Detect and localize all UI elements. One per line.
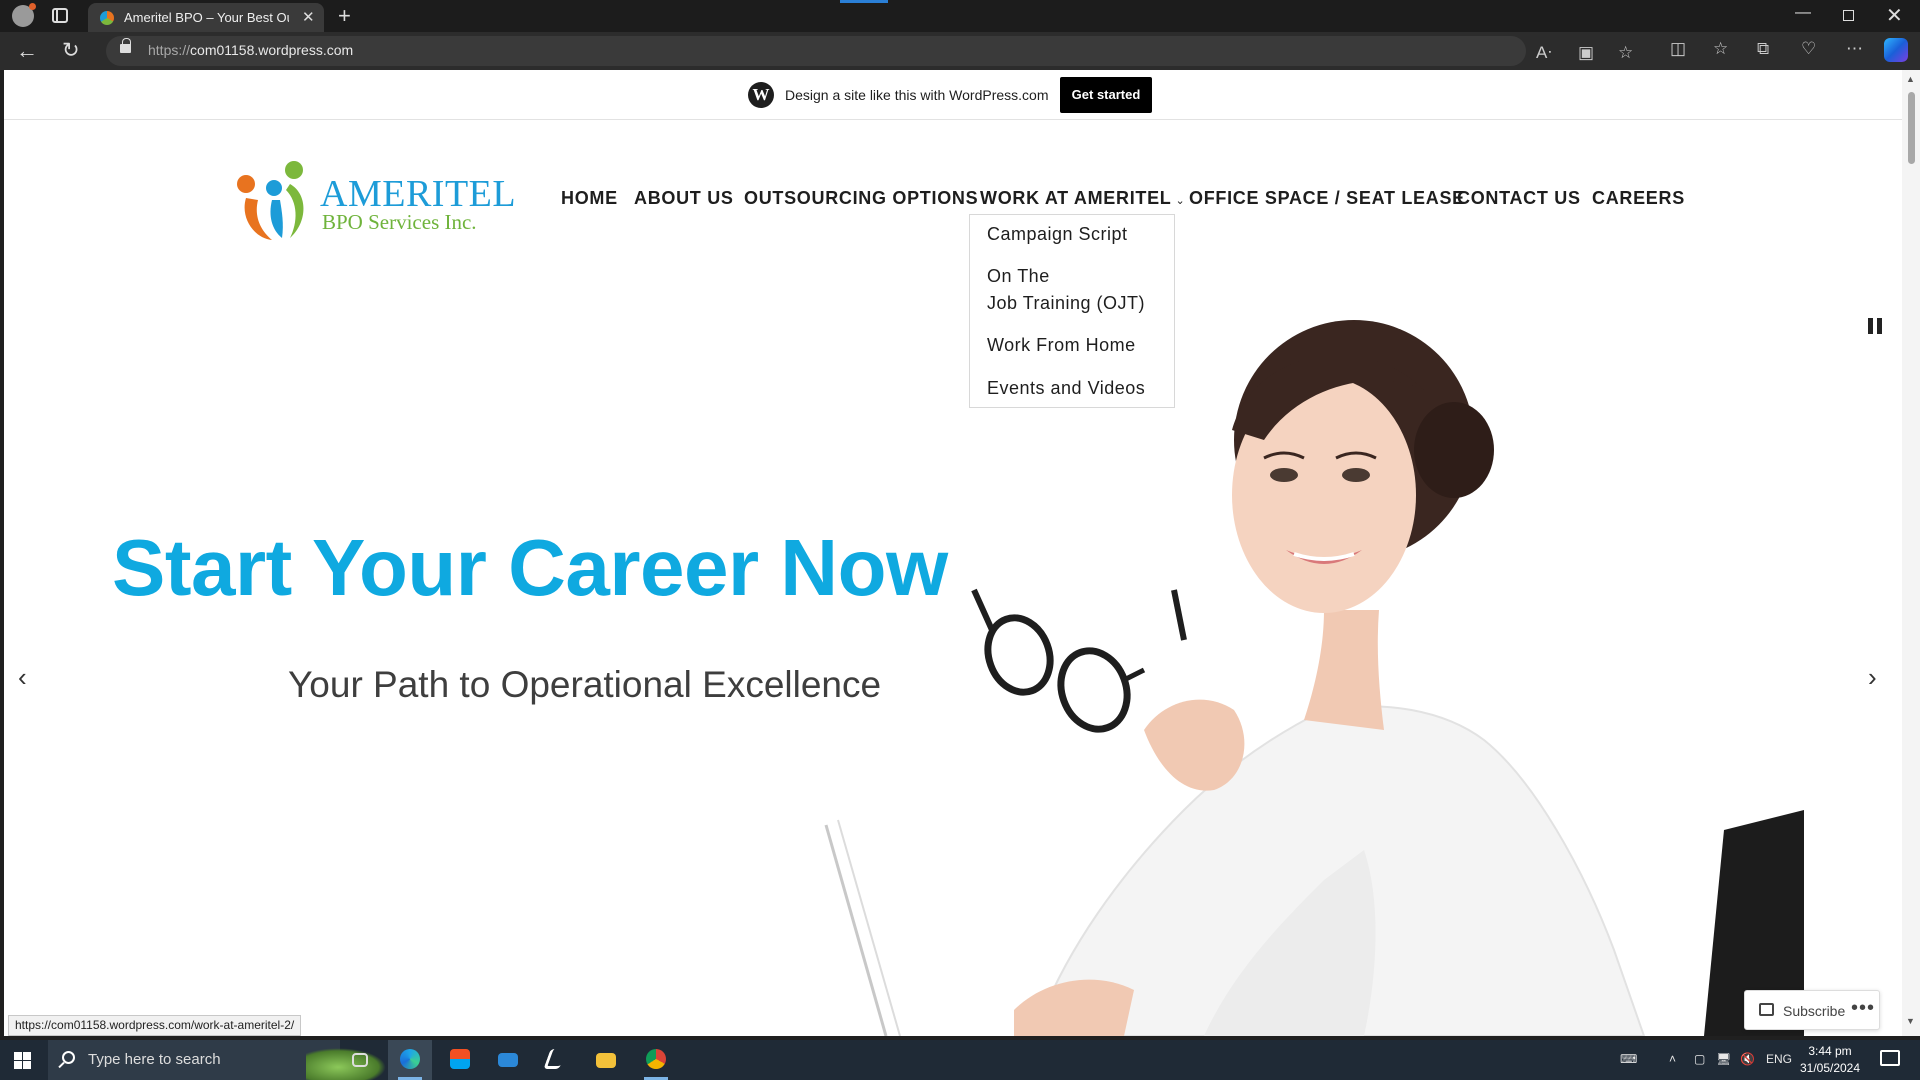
- clock-time: 3:44 pm: [1808, 1044, 1852, 1058]
- taskbar-mail-icon[interactable]: [486, 1040, 530, 1080]
- taskbar-clock[interactable]: 3:44 pm 31/05/2024: [1796, 1043, 1864, 1077]
- browser-toolbar: ← ↻ https://com01158.wordpress.com Aᐧ ▣ …: [0, 32, 1920, 70]
- nav-office-space-seat-lease[interactable]: OFFICE SPACE / SEAT LEASE: [1189, 188, 1465, 209]
- nav-home[interactable]: HOME: [561, 188, 618, 209]
- wordpress-banner: W Design a site like this with WordPress…: [4, 70, 1902, 120]
- taskbar-store-icon[interactable]: [438, 1040, 482, 1080]
- volume-muted-icon[interactable]: 🔇: [1740, 1052, 1755, 1066]
- notifications-icon[interactable]: [1880, 1050, 1900, 1066]
- taskbar-edge-icon[interactable]: [388, 1040, 432, 1080]
- nav-outsourcing-options[interactable]: OUTSOURCING OPTIONS: [744, 188, 978, 209]
- nav-work-at-ameritel-label: WORK AT AMERITEL: [980, 188, 1172, 208]
- meet-now-icon[interactable]: ▢: [1694, 1052, 1705, 1066]
- subscribe-button[interactable]: Subscribe: [1783, 1003, 1845, 1019]
- nav-contact-us[interactable]: CONTACT US: [1457, 188, 1581, 209]
- tab-drag-indicator: [840, 0, 888, 3]
- page-scrollbar[interactable]: ▲ ▼: [1902, 70, 1920, 1036]
- favorite-star-icon[interactable]: ☆: [1618, 43, 1633, 63]
- read-aloud-icon[interactable]: Aᐧ: [1536, 43, 1552, 63]
- wordpress-logo-icon[interactable]: W: [748, 82, 774, 108]
- dropdown-events-and-videos[interactable]: Events and Videos: [987, 375, 1145, 402]
- chevron-down-icon: ⌄: [1175, 195, 1186, 207]
- network-icon[interactable]: 🖥: [1716, 1052, 1731, 1066]
- taskbar-search-box[interactable]: Type here to search: [48, 1040, 386, 1080]
- hero-subtitle: Your Path to Operational Excellence: [288, 664, 882, 705]
- tab-title: Ameritel BPO – Your Best Outsou: [124, 10, 289, 25]
- browser-tab-active[interactable]: Ameritel BPO – Your Best Outsou ✕: [88, 3, 324, 32]
- tab-actions-icon[interactable]: [52, 8, 68, 23]
- show-hidden-icons-icon[interactable]: ˄: [1669, 1052, 1676, 1066]
- immersive-reader-icon[interactable]: ▣: [1578, 43, 1594, 63]
- page-viewport: W Design a site like this with WordPress…: [4, 70, 1902, 1036]
- profile-avatar-icon[interactable]: [12, 3, 36, 27]
- hero-woman-image: [824, 320, 1804, 1036]
- more-options-icon[interactable]: •••: [1851, 997, 1875, 1020]
- language-indicator[interactable]: ENG: [1766, 1052, 1792, 1066]
- scroll-thumb[interactable]: [1908, 92, 1915, 164]
- window-close-icon[interactable]: ✕: [1886, 3, 1903, 28]
- windows-taskbar: Type here to search ⌨ ˄ ▢ 🖥 🔇 ENG 3:44 p…: [0, 1040, 1920, 1080]
- taskbar-chrome-icon[interactable]: [634, 1040, 678, 1080]
- scroll-up-arrow-icon[interactable]: ▲: [1906, 74, 1915, 84]
- slider-prev-chevron-icon[interactable]: ‹: [18, 662, 27, 693]
- lock-icon[interactable]: [120, 38, 131, 53]
- collections-icon[interactable]: ⧉: [1757, 39, 1769, 59]
- dropdown-ojt-line1: On The: [987, 266, 1050, 286]
- browser-tab-bar: Ameritel BPO – Your Best Outsou ✕ + — ✕: [0, 0, 1920, 32]
- tab-close-icon[interactable]: ✕: [302, 8, 315, 26]
- browser-essentials-icon[interactable]: ♡: [1801, 39, 1816, 59]
- nav-careers[interactable]: CAREERS: [1592, 188, 1685, 209]
- favorites-icon[interactable]: ☆: [1713, 39, 1728, 59]
- wordpress-banner-text[interactable]: Design a site like this with WordPress.c…: [785, 87, 1049, 103]
- address-bar[interactable]: https://com01158.wordpress.com Aᐧ ▣ ☆: [106, 36, 1633, 66]
- back-arrow-icon[interactable]: ←: [16, 38, 38, 64]
- slider-next-chevron-icon[interactable]: ›: [1868, 662, 1877, 693]
- link-status-bar: https://com01158.wordpress.com/work-at-a…: [8, 1015, 302, 1036]
- site-favicon-icon: [100, 11, 114, 25]
- dropdown-work-from-home[interactable]: Work From Home: [987, 332, 1136, 359]
- scroll-down-arrow-icon[interactable]: ▼: [1906, 1016, 1915, 1026]
- main-navigation: HOME ABOUT US OUTSOURCING OPTIONS WORK A…: [4, 188, 1902, 218]
- reader-subscribe-icon[interactable]: [1759, 1003, 1774, 1016]
- clock-date: 31/05/2024: [1799, 1061, 1861, 1075]
- url-text[interactable]: https://com01158.wordpress.com: [148, 42, 353, 58]
- nav-work-at-ameritel[interactable]: WORK AT AMERITEL ⌄: [980, 188, 1185, 209]
- subscribe-widget: Subscribe •••: [1744, 990, 1880, 1030]
- slider-pause-icon[interactable]: [1868, 318, 1882, 334]
- get-started-button[interactable]: Get started: [1060, 77, 1152, 113]
- hero-title: Start Your Career Now: [112, 523, 948, 612]
- window-restore-icon[interactable]: [1843, 10, 1854, 21]
- nav-about-us[interactable]: ABOUT US: [634, 188, 734, 209]
- dropdown-ojt-line2: Job Training (OJT): [987, 293, 1146, 313]
- search-icon: [62, 1051, 75, 1064]
- split-screen-icon[interactable]: ◫: [1670, 39, 1686, 59]
- keyboard-icon[interactable]: ⌨: [1620, 1052, 1637, 1066]
- new-tab-icon[interactable]: +: [338, 3, 351, 29]
- task-view-icon[interactable]: [338, 1040, 382, 1080]
- taskbar-app-icon[interactable]: [535, 1040, 579, 1080]
- dropdown-campaign-script[interactable]: Campaign Script: [987, 221, 1128, 248]
- reload-icon[interactable]: ↻: [62, 38, 80, 63]
- work-at-ameritel-dropdown: Campaign Script On The Job Training (OJT…: [969, 214, 1175, 408]
- taskbar-file-explorer-icon[interactable]: [584, 1040, 628, 1080]
- window-minimize-icon[interactable]: —: [1795, 4, 1811, 22]
- settings-more-icon[interactable]: ⋯: [1846, 39, 1863, 59]
- dropdown-on-the-job-training[interactable]: On The Job Training (OJT): [987, 263, 1145, 317]
- taskbar-search-placeholder: Type here to search: [88, 1051, 221, 1068]
- windows-start-icon[interactable]: [14, 1052, 31, 1069]
- copilot-icon[interactable]: [1884, 38, 1908, 62]
